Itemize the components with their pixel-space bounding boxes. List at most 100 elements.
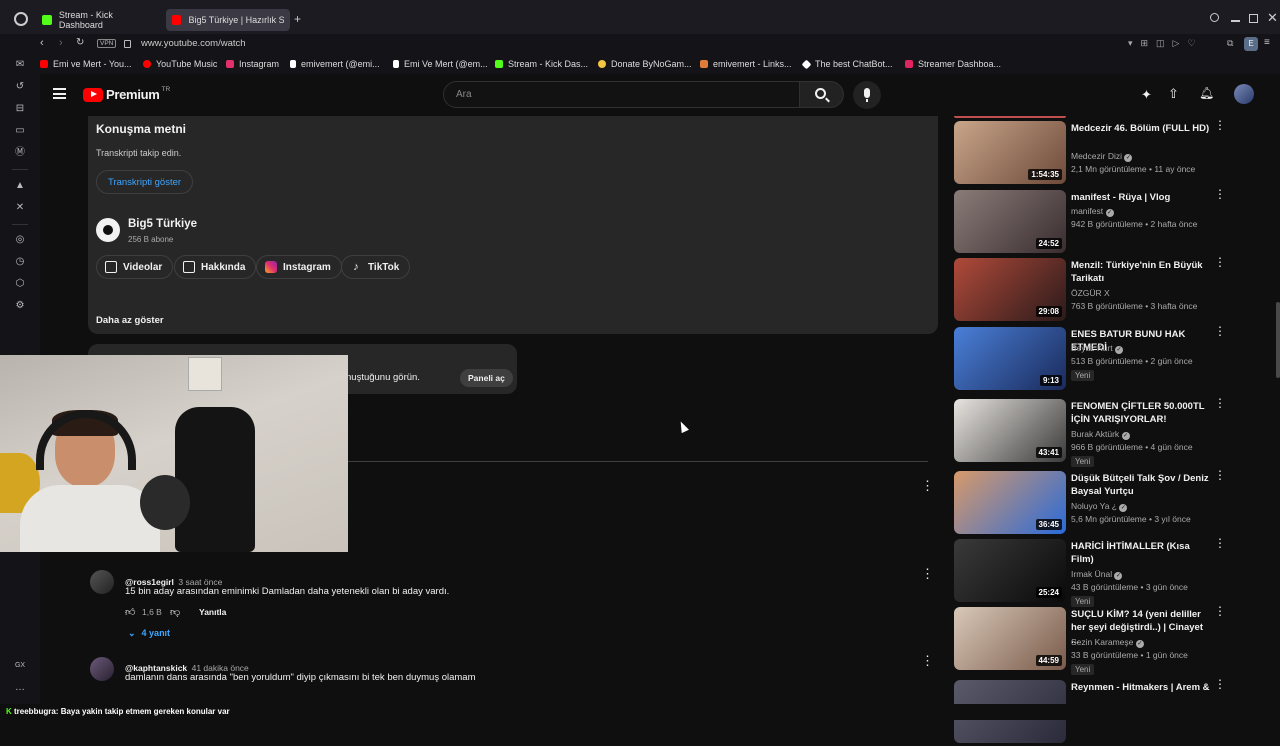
related-video-item[interactable]: 43:41 FENOMEN ÇİFTLER 50.000TL İÇİN YARIŞ… xyxy=(954,397,1234,467)
dislike-icon[interactable]: 👎︎ xyxy=(170,606,180,618)
aria-icon[interactable]: ↺ xyxy=(14,81,26,93)
related-video-item[interactable]: 1:54:35 Medcezir 46. Bölüm (FULL HD) Medce… xyxy=(954,119,1234,187)
tiktok-chip[interactable]: ♪ TikTok xyxy=(341,255,411,279)
bookmark-item[interactable]: Emi Ve Mert (@em... xyxy=(393,59,488,69)
maximize-icon[interactable] xyxy=(1249,14,1258,23)
video-more-icon[interactable]: ⋮ xyxy=(1214,325,1226,337)
video-more-icon[interactable]: ⋮ xyxy=(1214,119,1226,131)
extension-icons[interactable]: ▾⊞◫▷♡ xyxy=(1128,38,1204,49)
bookmark-item[interactable]: Stream - Kick Das... xyxy=(495,59,588,69)
wallet-icon[interactable]: ▭ xyxy=(14,125,26,137)
videos-chip[interactable]: Videolar xyxy=(96,255,174,279)
bookmark-item[interactable]: Streamer Dashboa... xyxy=(905,59,1001,69)
video-more-icon[interactable]: ⋮ xyxy=(1214,678,1226,690)
video-thumbnail[interactable]: 44:59 xyxy=(954,607,1066,670)
video-channel[interactable]: manifest ✓ xyxy=(1071,206,1114,217)
close-window-icon[interactable]: ✕ xyxy=(1267,10,1278,26)
video-more-icon[interactable]: ⋮ xyxy=(1214,188,1226,200)
search-input[interactable]: Ara xyxy=(443,81,800,108)
create-icon[interactable]: ✦ xyxy=(1141,87,1152,103)
video-title[interactable]: FENOMEN ÇİFTLER 50.000TL İÇİN YARIŞIYORL… xyxy=(1071,400,1211,426)
related-video-item[interactable]: 24:52 manifest - Rüya | Vlog manifest ✓ 942… xyxy=(954,188,1234,256)
vpn-badge[interactable]: VPN xyxy=(97,39,117,48)
video-more-icon[interactable]: ⋮ xyxy=(1214,605,1226,617)
opera-logo-icon[interactable] xyxy=(14,12,28,26)
extensions-icon[interactable]: ⬡ xyxy=(14,278,26,290)
video-title[interactable]: HARİCİ İHTİMALLER (Kısa Film) xyxy=(1071,540,1211,566)
open-panel-button[interactable]: Paneli aç xyxy=(460,369,513,387)
account-avatar[interactable] xyxy=(1234,84,1254,104)
minimize-icon[interactable] xyxy=(1231,20,1240,22)
video-thumbnail[interactable]: 25:24 xyxy=(954,539,1066,602)
channel-avatar[interactable] xyxy=(96,218,120,242)
arc-icon[interactable]: ▲ xyxy=(14,180,26,192)
profile-avatar[interactable]: E xyxy=(1244,37,1258,51)
related-video-item[interactable]: 29:08 Menzil: Türkiye'nin En Büyük Tarika… xyxy=(954,256,1234,324)
video-title[interactable]: Reynmen - Hitmakers | Arem & xyxy=(1071,681,1211,694)
comment-more-icon[interactable]: ⋮ xyxy=(921,567,934,580)
gx-label[interactable]: GX xyxy=(14,660,26,672)
video-channel[interactable]: Irmak Ünal ✓ xyxy=(1071,569,1123,580)
video-channel[interactable]: Burak Aktürk ✓ xyxy=(1071,429,1130,440)
reply-button[interactable]: Yanıtla xyxy=(199,607,226,617)
video-more-icon[interactable]: ⋮ xyxy=(1214,256,1226,268)
video-thumbnail[interactable]: 29:08 xyxy=(954,258,1066,321)
instagram-chip[interactable]: Instagram xyxy=(256,255,342,279)
like-icon[interactable]: 👍︎ xyxy=(125,606,135,618)
history-icon[interactable]: ◷ xyxy=(14,256,26,268)
player-icon[interactable]: ◎ xyxy=(14,234,26,246)
video-thumbnail[interactable]: 36:45 xyxy=(954,471,1066,534)
extensions-puzzle-icon[interactable]: ⧉ xyxy=(1227,38,1233,49)
tab-kick-dashboard[interactable]: Stream - Kick Dashboard xyxy=(36,9,164,31)
bookmark-item[interactable]: emivemert - Links... xyxy=(700,59,792,69)
video-title[interactable]: Medcezir 46. Bölüm (FULL HD) xyxy=(1071,122,1211,135)
show-less-button[interactable]: Daha az göster xyxy=(96,315,164,326)
bookmark-item[interactable]: Instagram xyxy=(226,59,279,69)
search-button[interactable] xyxy=(800,81,844,108)
video-channel[interactable]: Noluyo Ya ¿ ✓ xyxy=(1071,501,1128,512)
tab-youtube-active[interactable]: Big5 Türkiye | Hazırlık Se xyxy=(166,9,290,31)
bookmark-item[interactable]: Donate ByNoGam... xyxy=(598,59,692,69)
url-field[interactable]: www.youtube.com/watch xyxy=(141,38,246,49)
replies-toggle[interactable]: ⌄ 4 yanıt xyxy=(128,628,170,639)
voice-search-button[interactable] xyxy=(853,81,881,109)
more-options-icon[interactable]: ⋮ xyxy=(921,479,934,492)
menu-icon[interactable]: ≡ xyxy=(1264,37,1270,48)
bag-icon[interactable]: ⊟ xyxy=(14,103,26,115)
video-more-icon[interactable]: ⋮ xyxy=(1214,469,1226,481)
page-scrollbar[interactable] xyxy=(1276,302,1280,378)
back-icon[interactable]: ‹ xyxy=(40,37,44,49)
mastodon-icon[interactable]: Ⓜ xyxy=(14,147,26,159)
x-icon[interactable]: ✕ xyxy=(14,202,26,214)
video-channel[interactable]: Sezin Karameşe ✓ xyxy=(1071,637,1144,648)
commenter-avatar[interactable] xyxy=(90,657,114,681)
show-transcript-button[interactable]: Transkripti göster xyxy=(96,170,194,194)
channel-name[interactable]: Big5 Türkiye xyxy=(128,218,197,230)
video-channel[interactable]: Beyaz Kurt ✓ xyxy=(1071,343,1123,354)
video-channel[interactable]: ÖZGÜR X xyxy=(1071,288,1110,298)
forward-icon[interactable]: › xyxy=(59,37,63,49)
commenter-avatar[interactable] xyxy=(90,570,114,594)
search-tabs-icon[interactable] xyxy=(1210,13,1219,22)
more-icon[interactable]: … xyxy=(14,682,26,694)
related-video-item[interactable]: 36:45 Düşük Bütçeli Talk Şov / Deniz Bays… xyxy=(954,469,1234,537)
video-more-icon[interactable]: ⋮ xyxy=(1214,397,1226,409)
video-thumbnail[interactable]: 1:54:35 xyxy=(954,121,1066,184)
bookmark-item[interactable]: emivemert (@emi... xyxy=(290,59,380,69)
video-title[interactable]: Menzil: Türkiye'nin En Büyük Tarikatı xyxy=(1071,259,1211,285)
video-thumbnail[interactable]: 9:13 xyxy=(954,327,1066,390)
bookmark-item[interactable]: The best ChatBot... xyxy=(801,59,893,69)
comment-more-icon[interactable]: ⋮ xyxy=(921,654,934,667)
video-more-icon[interactable]: ⋮ xyxy=(1214,537,1226,549)
reload-icon[interactable]: ↻ xyxy=(76,37,84,48)
related-video-item[interactable]: 25:24 HARİCİ İHTİMALLER (Kısa Film) Irmak … xyxy=(954,537,1234,607)
notifications-icon[interactable]: 🔔︎ xyxy=(1199,86,1214,100)
about-chip[interactable]: Hakkında xyxy=(174,255,257,279)
upload-icon[interactable]: ⇧ xyxy=(1168,86,1179,102)
video-title[interactable]: Düşük Bütçeli Talk Şov / Deniz Baysal Yu… xyxy=(1071,472,1211,498)
video-thumbnail[interactable]: 24:52 xyxy=(954,190,1066,253)
video-channel[interactable]: Medcezir Dizi ✓ xyxy=(1071,151,1133,162)
video-thumbnail[interactable]: 43:41 xyxy=(954,399,1066,462)
bookmark-item[interactable]: Emi ve Mert - You... xyxy=(40,59,132,69)
video-title[interactable]: manifest - Rüya | Vlog xyxy=(1071,191,1211,204)
